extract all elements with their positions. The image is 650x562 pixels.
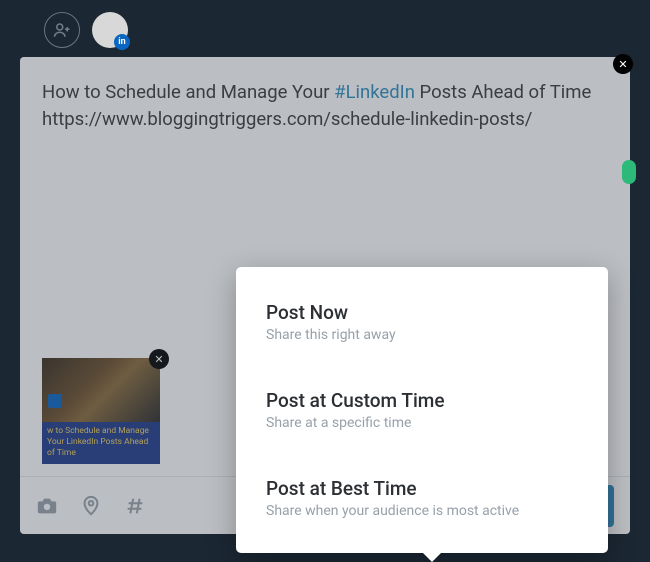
dropdown-item-title: Post at Custom Time (266, 389, 578, 412)
remove-thumbnail-button[interactable]: ✕ (149, 349, 169, 369)
dropdown-item-subtitle: Share at a specific time (266, 415, 578, 431)
close-icon: ✕ (154, 353, 163, 366)
schedule-dropdown: Post Now Share this right away Post at C… (236, 267, 608, 553)
status-indicator (622, 160, 636, 184)
linkedin-icon (48, 394, 62, 408)
dropdown-item-subtitle: Share when your audience is most active (266, 503, 578, 519)
camera-button[interactable] (36, 495, 58, 517)
location-button[interactable] (80, 495, 102, 517)
account-avatars: in (44, 12, 128, 48)
hashtag-button[interactable] (124, 495, 146, 517)
linkedin-badge-icon: in (114, 34, 130, 50)
compose-text-prefix: How to Schedule and Manage Your (42, 81, 334, 103)
dropdown-item-custom-time[interactable]: Post at Custom Time Share at a specific … (236, 377, 608, 443)
thumbnail-image (42, 358, 160, 422)
close-composer-button[interactable]: ✕ (613, 54, 633, 74)
hashtag-icon (124, 495, 146, 517)
dropdown-item-title: Post Now (266, 301, 578, 324)
hashtag-link[interactable]: #LinkedIn (334, 81, 415, 103)
dropdown-item-best-time[interactable]: Post at Best Time Share when your audien… (236, 465, 608, 531)
link-preview-thumbnail[interactable]: w to Schedule and Manage Your LinkedIn P… (42, 358, 160, 464)
compose-textarea[interactable]: How to Schedule and Manage Your #LinkedI… (20, 57, 630, 133)
person-plus-icon (53, 21, 71, 39)
thumbnail-caption: w to Schedule and Manage Your LinkedIn P… (42, 422, 160, 464)
location-pin-icon (80, 495, 102, 517)
dropdown-item-title: Post at Best Time (266, 477, 578, 500)
camera-icon (36, 495, 58, 517)
close-icon: ✕ (618, 58, 627, 71)
composer-modal: How to Schedule and Manage Your #LinkedI… (20, 57, 630, 534)
dropdown-item-post-now[interactable]: Post Now Share this right away (236, 289, 608, 355)
linkedin-account-avatar[interactable]: in (92, 12, 128, 48)
add-account-avatar[interactable] (44, 12, 80, 48)
dropdown-tail (422, 552, 442, 562)
dropdown-item-subtitle: Share this right away (266, 327, 578, 343)
